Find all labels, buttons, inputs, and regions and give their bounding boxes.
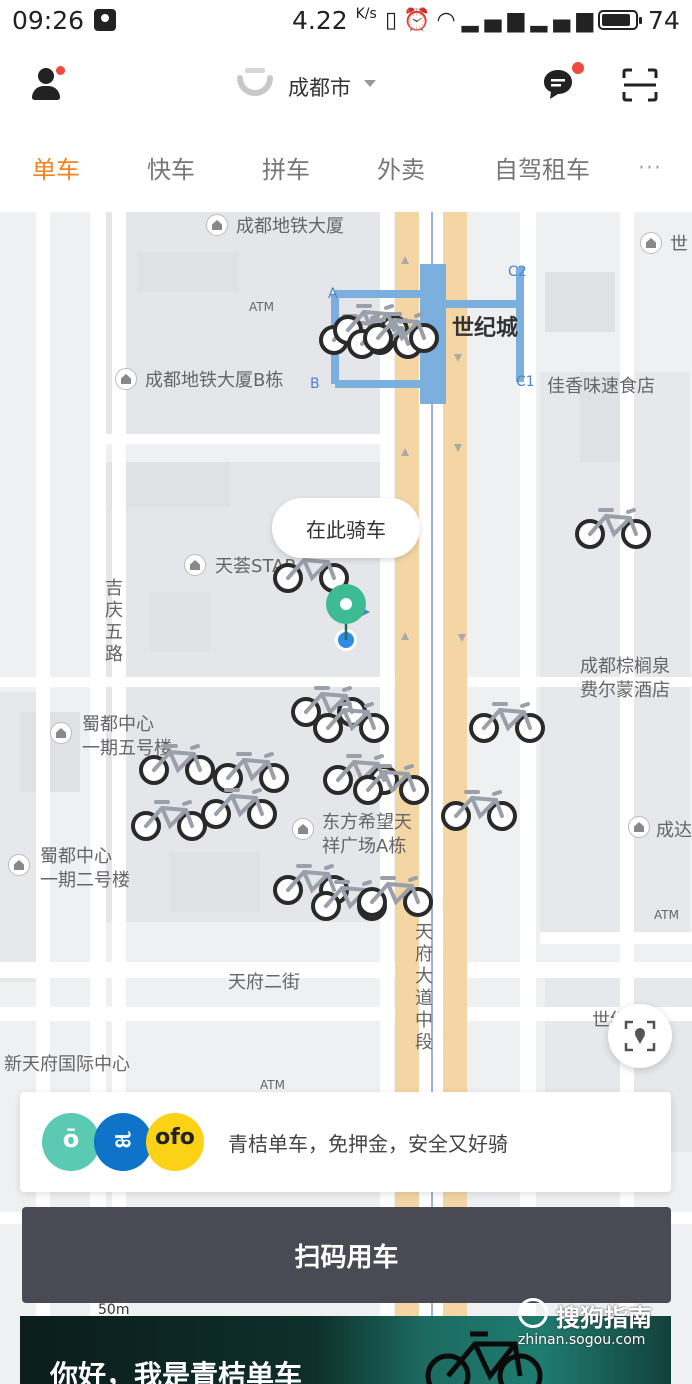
notification-icon (94, 9, 116, 31)
building-icon (50, 722, 72, 744)
tab-delivery[interactable]: 外卖 (377, 150, 425, 185)
road-label: 天府二街 (228, 972, 300, 993)
mobike-logo-icon: ಹ (94, 1113, 152, 1171)
building-icon (640, 232, 662, 254)
bike-brands-banner[interactable]: ō ಹ ofo 青桔单车，免押金，安全又好骑 (20, 1092, 671, 1192)
watermark: 搜狗指南 zhinan.sogou.com (516, 1296, 676, 1356)
promo-text: 你好，我是青桔单车 (50, 1359, 303, 1384)
city-label: 成都市 (288, 76, 351, 100)
building-icon (292, 818, 314, 840)
tab-bike[interactable]: 单车 (32, 150, 80, 185)
bike-marker-icon[interactable] (440, 786, 520, 832)
service-tabs: 单车 快车 拼车 外卖 自驾租车 ··· (0, 128, 692, 212)
building-icon (8, 854, 30, 876)
signal-icon: ▂▄▆ (461, 8, 531, 33)
network-speed-value: 4.22 (292, 6, 348, 35)
message-icon[interactable] (542, 68, 574, 100)
road-label: 天府大道中段 (415, 922, 433, 1053)
map-label: 成都棕榈泉 (580, 656, 670, 677)
map-label: 佳香味速食店 (547, 376, 655, 397)
station-label: 世纪城 (452, 316, 519, 341)
more-tabs-button[interactable]: ··· (638, 156, 662, 181)
scan-to-ride-button[interactable]: 扫码用车 (22, 1207, 671, 1303)
location-pin-icon (326, 584, 370, 651)
status-bar: 09:26 4.22 K/s ▯⏰◠▂▄▆▂▄▆ 74 (0, 0, 692, 44)
ofo-logo-icon: ofo (146, 1113, 204, 1171)
map-label: 一期二号楼 (40, 870, 130, 891)
signal-icon-2: ▂▄▆ (530, 8, 600, 33)
ride-here-bubble[interactable]: 在此骑车 (272, 498, 420, 558)
map-label: 新天府国际中心 (4, 1054, 130, 1075)
chevron-down-icon (364, 80, 376, 87)
atm-label: ATM (654, 908, 679, 922)
building-icon (206, 214, 228, 236)
metro-exit-label: C2 (508, 264, 527, 280)
map-label: 东方希望天 (322, 812, 412, 833)
app-header: 成都市 (0, 44, 692, 128)
bike-marker-icon[interactable] (130, 796, 210, 842)
locate-button[interactable] (608, 1004, 672, 1068)
bike-marker-icon[interactable] (312, 698, 392, 744)
network-speed: 4.22 K/s (292, 6, 377, 35)
map-label: 成都地铁大厦 (236, 216, 344, 237)
map-label: 蜀都中心 (40, 846, 112, 867)
bike-marker-icon[interactable] (362, 308, 442, 354)
vibrate-icon: ▯ (385, 8, 404, 33)
status-time: 09:26 (12, 6, 85, 35)
alarm-icon: ⏰ (403, 8, 437, 33)
bike-marker-icon[interactable] (356, 872, 436, 918)
map-label: 世 (670, 234, 688, 255)
bike-marker-icon[interactable] (574, 504, 654, 550)
map-label: 蜀都中心 (82, 714, 154, 735)
road-label: 吉庆五路 (105, 578, 123, 665)
metro-exit-label: C1 (516, 374, 535, 390)
map-label: 成都地铁大厦B栋 (145, 370, 284, 391)
locate-icon (624, 1020, 656, 1052)
message-notification-dot (572, 62, 584, 74)
building-icon (628, 816, 650, 838)
bike-marker-icon[interactable] (468, 698, 548, 744)
watermark-sub: zhinan.sogou.com (518, 1332, 646, 1348)
map-label: 成达 (656, 820, 692, 841)
scan-icon[interactable] (622, 68, 658, 102)
battery-icon (598, 10, 642, 30)
banner-text: 青桔单车，免押金，安全又好骑 (228, 1132, 508, 1156)
network-speed-unit: K/s (355, 6, 377, 22)
building-icon (115, 368, 137, 390)
wifi-icon: ◠ (436, 8, 462, 33)
atm-label: ATM (260, 1078, 285, 1092)
user-notification-dot (56, 66, 65, 75)
ride-here-label: 在此骑车 (306, 518, 386, 542)
battery-level: 74 (648, 6, 680, 35)
watermark-main: 搜狗指南 (556, 1304, 652, 1332)
bike-marker-icon[interactable] (138, 740, 218, 786)
metro-exit-label: B (310, 376, 320, 392)
status-icons: ▯⏰◠▂▄▆▂▄▆ (385, 8, 599, 33)
didi-logo-icon (237, 68, 273, 96)
user-icon[interactable] (30, 66, 65, 102)
scan-to-ride-label: 扫码用车 (294, 1243, 399, 1273)
bike-marker-icon[interactable] (200, 784, 280, 830)
map-label: 费尔蒙酒店 (580, 680, 670, 701)
building-icon (184, 554, 206, 576)
atm-label: ATM (249, 300, 274, 314)
sogou-logo-icon (518, 1298, 548, 1328)
tab-carpool[interactable]: 拼车 (262, 150, 310, 185)
tab-car-rental[interactable]: 自驾租车 (494, 150, 590, 185)
map-label: 祥广场A栋 (322, 836, 407, 857)
tab-express[interactable]: 快车 (147, 150, 195, 185)
qingju-logo-icon: ō (42, 1113, 100, 1171)
bike-marker-icon[interactable] (352, 760, 432, 806)
